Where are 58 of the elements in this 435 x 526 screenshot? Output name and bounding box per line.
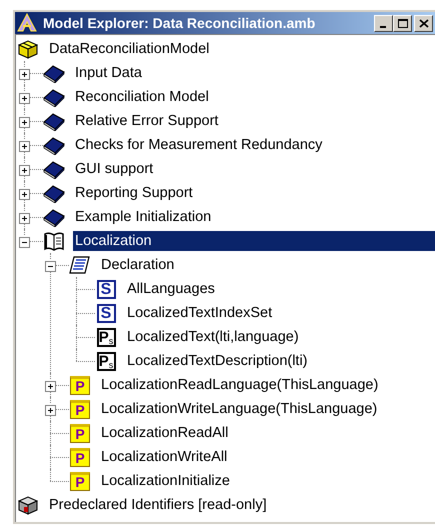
procedure-icon: P — [70, 376, 90, 394]
tree-item[interactable]: LocalizationInitialize — [99, 471, 232, 491]
procedure-icon: P — [70, 448, 90, 466]
tree-item[interactable]: Relative Error Support — [73, 111, 220, 131]
tree-item[interactable]: Checks for Measurement Redundancy — [73, 135, 324, 155]
app-logo-icon — [17, 13, 37, 33]
expand-toggle[interactable] — [19, 140, 30, 151]
scroll-icon — [69, 255, 91, 275]
set-icon: S — [96, 280, 116, 298]
book-icon — [43, 135, 65, 155]
collapse-toggle[interactable] — [45, 260, 56, 271]
expand-toggle[interactable] — [19, 116, 30, 127]
tree-item[interactable]: GUI support — [73, 159, 156, 179]
tree-item[interactable]: Reconciliation Model — [73, 87, 211, 107]
book-icon — [43, 183, 65, 203]
tree-item[interactable]: Declaration — [99, 255, 176, 275]
minimize-icon — [380, 26, 386, 28]
tree-item[interactable]: Input Data — [73, 63, 144, 83]
box-icon — [17, 39, 39, 59]
tree-item[interactable]: Reporting Support — [73, 183, 195, 203]
set-icon: S — [96, 304, 116, 322]
tree-item[interactable]: LocalizationWriteLanguage(ThisLanguage) — [99, 399, 380, 419]
maximize-button[interactable] — [393, 14, 412, 32]
tree-item[interactable]: LocalizedText(lti,language) — [125, 327, 301, 347]
expand-toggle[interactable] — [19, 68, 30, 79]
parameter-icon: P$_{s}$ — [96, 328, 116, 346]
book-icon — [43, 87, 65, 107]
book-icon — [43, 207, 65, 227]
procedure-icon: P — [70, 400, 90, 418]
tree-item[interactable]: DataReconciliationModel — [47, 39, 212, 59]
close-button[interactable] — [414, 14, 433, 32]
tree-item[interactable]: Predeclared Identifiers [read-only] — [47, 495, 269, 515]
tree-item[interactable]: LocalizationReadLanguage(ThisLanguage) — [99, 375, 380, 395]
expand-toggle[interactable] — [19, 92, 30, 103]
open-book-icon — [43, 231, 65, 251]
expand-toggle[interactable] — [45, 380, 56, 391]
tree-item[interactable]: Localization — [73, 231, 435, 251]
tree-item[interactable]: Example Initialization — [73, 207, 214, 227]
tree-item[interactable]: AllLanguages — [125, 279, 217, 299]
book-icon — [43, 111, 65, 131]
maximize-icon — [398, 18, 408, 28]
expand-toggle[interactable] — [19, 164, 30, 175]
book-icon — [43, 63, 65, 83]
procedure-icon: P — [70, 472, 90, 490]
tree-item[interactable]: LocalizedTextDescription(lti) — [125, 351, 310, 371]
tree-item[interactable]: LocalizedTextIndexSet — [125, 303, 274, 323]
collapse-toggle[interactable] — [19, 236, 30, 247]
close-icon — [418, 18, 428, 28]
book-icon — [43, 159, 65, 179]
procedure-icon: P — [70, 424, 90, 442]
tree-item[interactable]: LocalizationWriteAll — [99, 447, 230, 467]
expand-toggle[interactable] — [19, 212, 30, 223]
minimize-button[interactable] — [374, 14, 393, 32]
window-title: Model Explorer: Data Reconciliation.amb — [43, 15, 316, 31]
parameter-icon: P$_{s}$ — [96, 352, 116, 370]
expand-toggle[interactable] — [19, 188, 30, 199]
tree-item[interactable]: LocalizationReadAll — [99, 423, 230, 443]
expand-toggle[interactable] — [45, 404, 56, 415]
